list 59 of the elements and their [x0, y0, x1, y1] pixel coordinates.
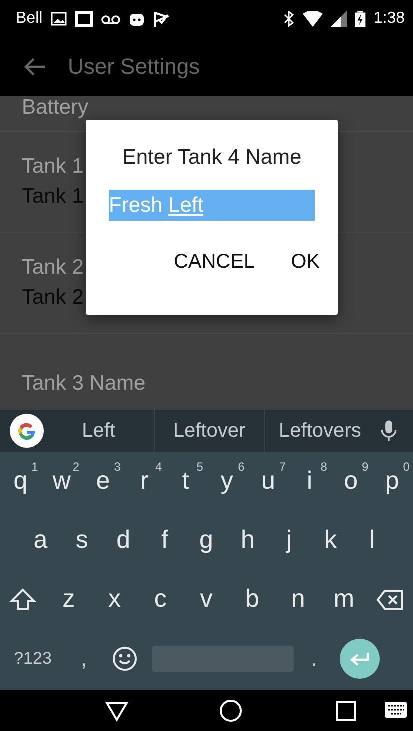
setting-title: Battery	[22, 96, 89, 121]
backspace-key-icon[interactable]	[376, 588, 404, 612]
setting-title: Tank 3 Name	[22, 371, 146, 397]
g-logo-icon[interactable]	[10, 414, 44, 448]
key[interactable]: k	[310, 511, 352, 570]
key[interactable]: n	[275, 570, 322, 629]
key-hint: 2	[72, 460, 80, 474]
key[interactable]: b	[229, 570, 276, 629]
key[interactable]: z	[46, 570, 92, 629]
bluetooth-icon	[283, 11, 296, 27]
key[interactable]: t 5	[165, 452, 206, 511]
key[interactable]: c	[138, 570, 184, 629]
key-hint: 6	[238, 460, 245, 474]
key[interactable]: m	[321, 570, 368, 629]
emoji-smiley-icon[interactable]	[112, 646, 138, 672]
key-hint: 7	[279, 460, 286, 474]
dialog-title: Enter Tank 4 Name	[122, 146, 302, 170]
key-hint: 0	[403, 460, 410, 474]
return-arrow-icon	[350, 652, 370, 666]
symbols-key[interactable]: ?123	[2, 629, 64, 688]
keyboard-icon[interactable]	[385, 701, 407, 719]
dialog-button[interactable]: OK	[291, 251, 320, 274]
key[interactable]: j	[268, 511, 310, 570]
image-icon	[50, 11, 67, 27]
key[interactable]: h	[227, 511, 269, 570]
key[interactable]: g	[186, 511, 228, 570]
comma-key[interactable]: ,	[64, 629, 104, 688]
key-hint: 8	[320, 460, 328, 474]
period-key[interactable]: .	[294, 629, 334, 688]
robot-icon	[128, 11, 145, 27]
key[interactable]: x	[92, 570, 138, 629]
setting-title: Tank 1	[22, 154, 84, 180]
key-hint: 4	[156, 460, 162, 474]
key[interactable]: r 4	[124, 452, 166, 511]
recents-square-icon[interactable]	[334, 698, 358, 722]
key-hint: 3	[114, 460, 121, 474]
wifi-icon	[303, 11, 324, 27]
back-arrow-icon[interactable]	[24, 56, 46, 78]
key-hint: 9	[362, 460, 369, 474]
home-circle-icon[interactable]	[219, 698, 244, 722]
key[interactable]: l	[352, 511, 393, 570]
key-hint: 5	[196, 460, 204, 474]
key[interactable]: s	[61, 511, 103, 570]
screen-title: User Settings	[68, 54, 200, 80]
clock-time: 1:38	[374, 10, 405, 28]
key-hint: 1	[32, 460, 38, 474]
dialog-button[interactable]: CANCEL	[174, 251, 256, 274]
key[interactable]: d	[102, 511, 144, 570]
key[interactable]: i 8	[289, 452, 330, 511]
key[interactable]: f	[144, 511, 186, 570]
signal-icon	[331, 11, 348, 27]
key[interactable]: a	[20, 511, 62, 570]
setting-title: Tank 2	[22, 255, 84, 281]
key[interactable]: v	[184, 570, 230, 629]
battery-charging-icon	[355, 11, 366, 27]
carrier-name: Bell	[16, 10, 43, 28]
shift-key-icon[interactable]	[8, 588, 37, 612]
enter-key[interactable]	[340, 638, 380, 678]
word-suggestion[interactable]: Left	[44, 410, 154, 452]
